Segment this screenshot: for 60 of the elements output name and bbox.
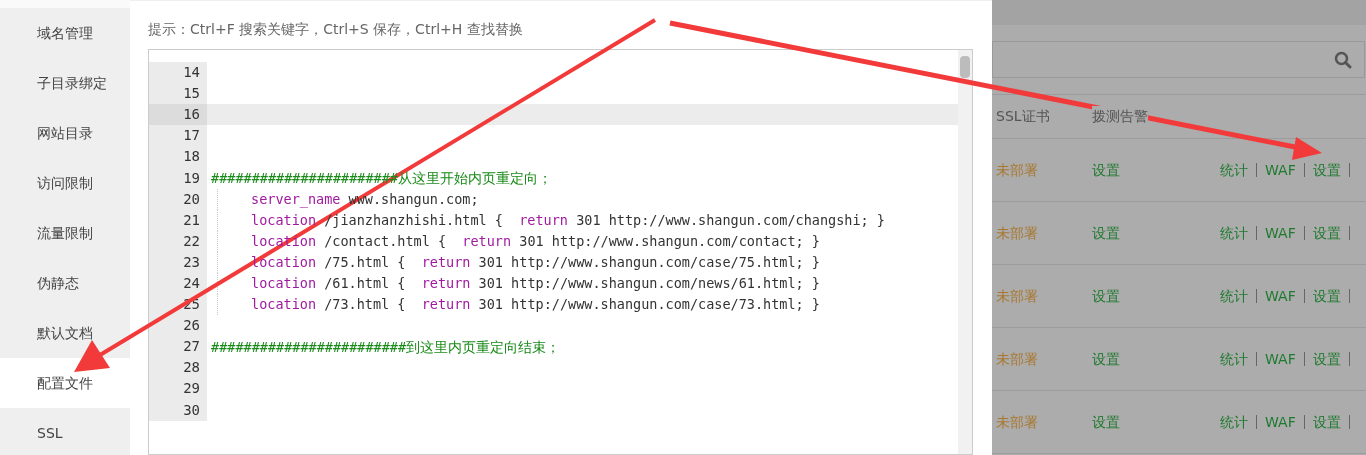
sidebar-item[interactable]: 配置文件 xyxy=(0,358,130,408)
action-link[interactable]: WAF xyxy=(1257,285,1304,307)
action-link[interactable]: 设置 xyxy=(1304,411,1349,433)
sidebar-item[interactable]: 伪静态 xyxy=(0,258,130,308)
sidebar-item[interactable]: 流量限制 xyxy=(0,208,130,258)
line-number: 16 xyxy=(149,104,207,126)
action-link[interactable]: WAF xyxy=(1257,411,1304,433)
action-link[interactable]: 设置 xyxy=(1304,348,1349,370)
code-line: location /75.html { return 301 http://www.shangun.com/case/75.html; } xyxy=(251,253,820,273)
line-number: 26 xyxy=(149,315,207,337)
line-number: 21 xyxy=(149,209,207,231)
search-field[interactable] xyxy=(992,41,1365,78)
sidebar-item[interactable]: 默认文档 xyxy=(0,308,130,358)
action-link[interactable]: 设置 xyxy=(1304,222,1349,244)
search-icon xyxy=(1334,50,1352,69)
action-link[interactable]: WAF xyxy=(1257,348,1304,370)
action-link[interactable]: WAF xyxy=(1257,159,1304,181)
sidebar-item[interactable]: 网站目录 xyxy=(0,108,130,158)
setup-link[interactable]: 设置 xyxy=(1092,411,1212,433)
line-number: 29 xyxy=(149,378,207,400)
action-link[interactable]: 统计 xyxy=(1212,159,1256,181)
table-cell-text: 未部署 xyxy=(995,349,1039,369)
line-number: 20 xyxy=(149,188,207,210)
action-link[interactable]: 统计 xyxy=(1212,285,1256,307)
table-cell-text: 未部署 xyxy=(995,160,1039,180)
sidebar-item[interactable]: 域名管理 xyxy=(0,8,130,58)
action-link[interactable]: 统计 xyxy=(1212,222,1256,244)
code-line: ########################到这里内页重定向结束； xyxy=(211,337,561,357)
scrollbar-thumb[interactable] xyxy=(960,56,970,78)
sidebar-item[interactable]: 访问限制 xyxy=(0,158,130,208)
line-number: 19 xyxy=(149,167,207,189)
table-cell-text: 未部署 xyxy=(995,286,1039,306)
action-link[interactable]: 统计 xyxy=(1212,411,1256,433)
sidebar-item[interactable]: 子目录绑定 xyxy=(0,58,130,108)
code-line: location /jianzhanzhishi.html { return 301 http://www.shangun.com/changshi; } xyxy=(251,211,885,231)
sidebar-item[interactable]: SSL xyxy=(0,408,130,455)
column-header: SSL证书 xyxy=(995,107,1051,126)
action-link[interactable]: WAF xyxy=(1257,222,1304,244)
line-number: 23 xyxy=(149,251,207,273)
line-number: 15 xyxy=(149,83,207,105)
setup-link[interactable]: 设置 xyxy=(1092,159,1212,181)
line-number: 28 xyxy=(149,357,207,379)
line-number: 22 xyxy=(149,230,207,252)
hint-text: 提示：Ctrl+F 搜索关键字，Ctrl+S 保存，Ctrl+H 查找替换 xyxy=(148,19,524,39)
action-link[interactable]: 设置 xyxy=(1304,285,1349,307)
code-line: location /73.html { return 301 http://www.shangun.com/case/73.html; } xyxy=(251,295,820,315)
table-cell-text: 未部署 xyxy=(995,412,1039,432)
line-number: 30 xyxy=(149,399,207,421)
setup-link[interactable]: 设置 xyxy=(1092,348,1212,370)
line-number: 17 xyxy=(149,125,207,147)
line-number: 18 xyxy=(149,146,207,168)
action-link[interactable]: 统计 xyxy=(1212,348,1256,370)
table-cell-text: 未部署 xyxy=(995,223,1039,243)
setup-link[interactable]: 设置 xyxy=(1092,222,1212,244)
line-number: 14 xyxy=(149,62,207,84)
code-editor[interactable] xyxy=(148,49,973,455)
setup-link[interactable]: 设置 xyxy=(1092,285,1212,307)
action-link[interactable]: 设置 xyxy=(1304,159,1349,181)
code-line: location /61.html { return 301 http://www.shangun.com/news/61.html; } xyxy=(251,274,820,294)
line-number: 27 xyxy=(149,336,207,358)
